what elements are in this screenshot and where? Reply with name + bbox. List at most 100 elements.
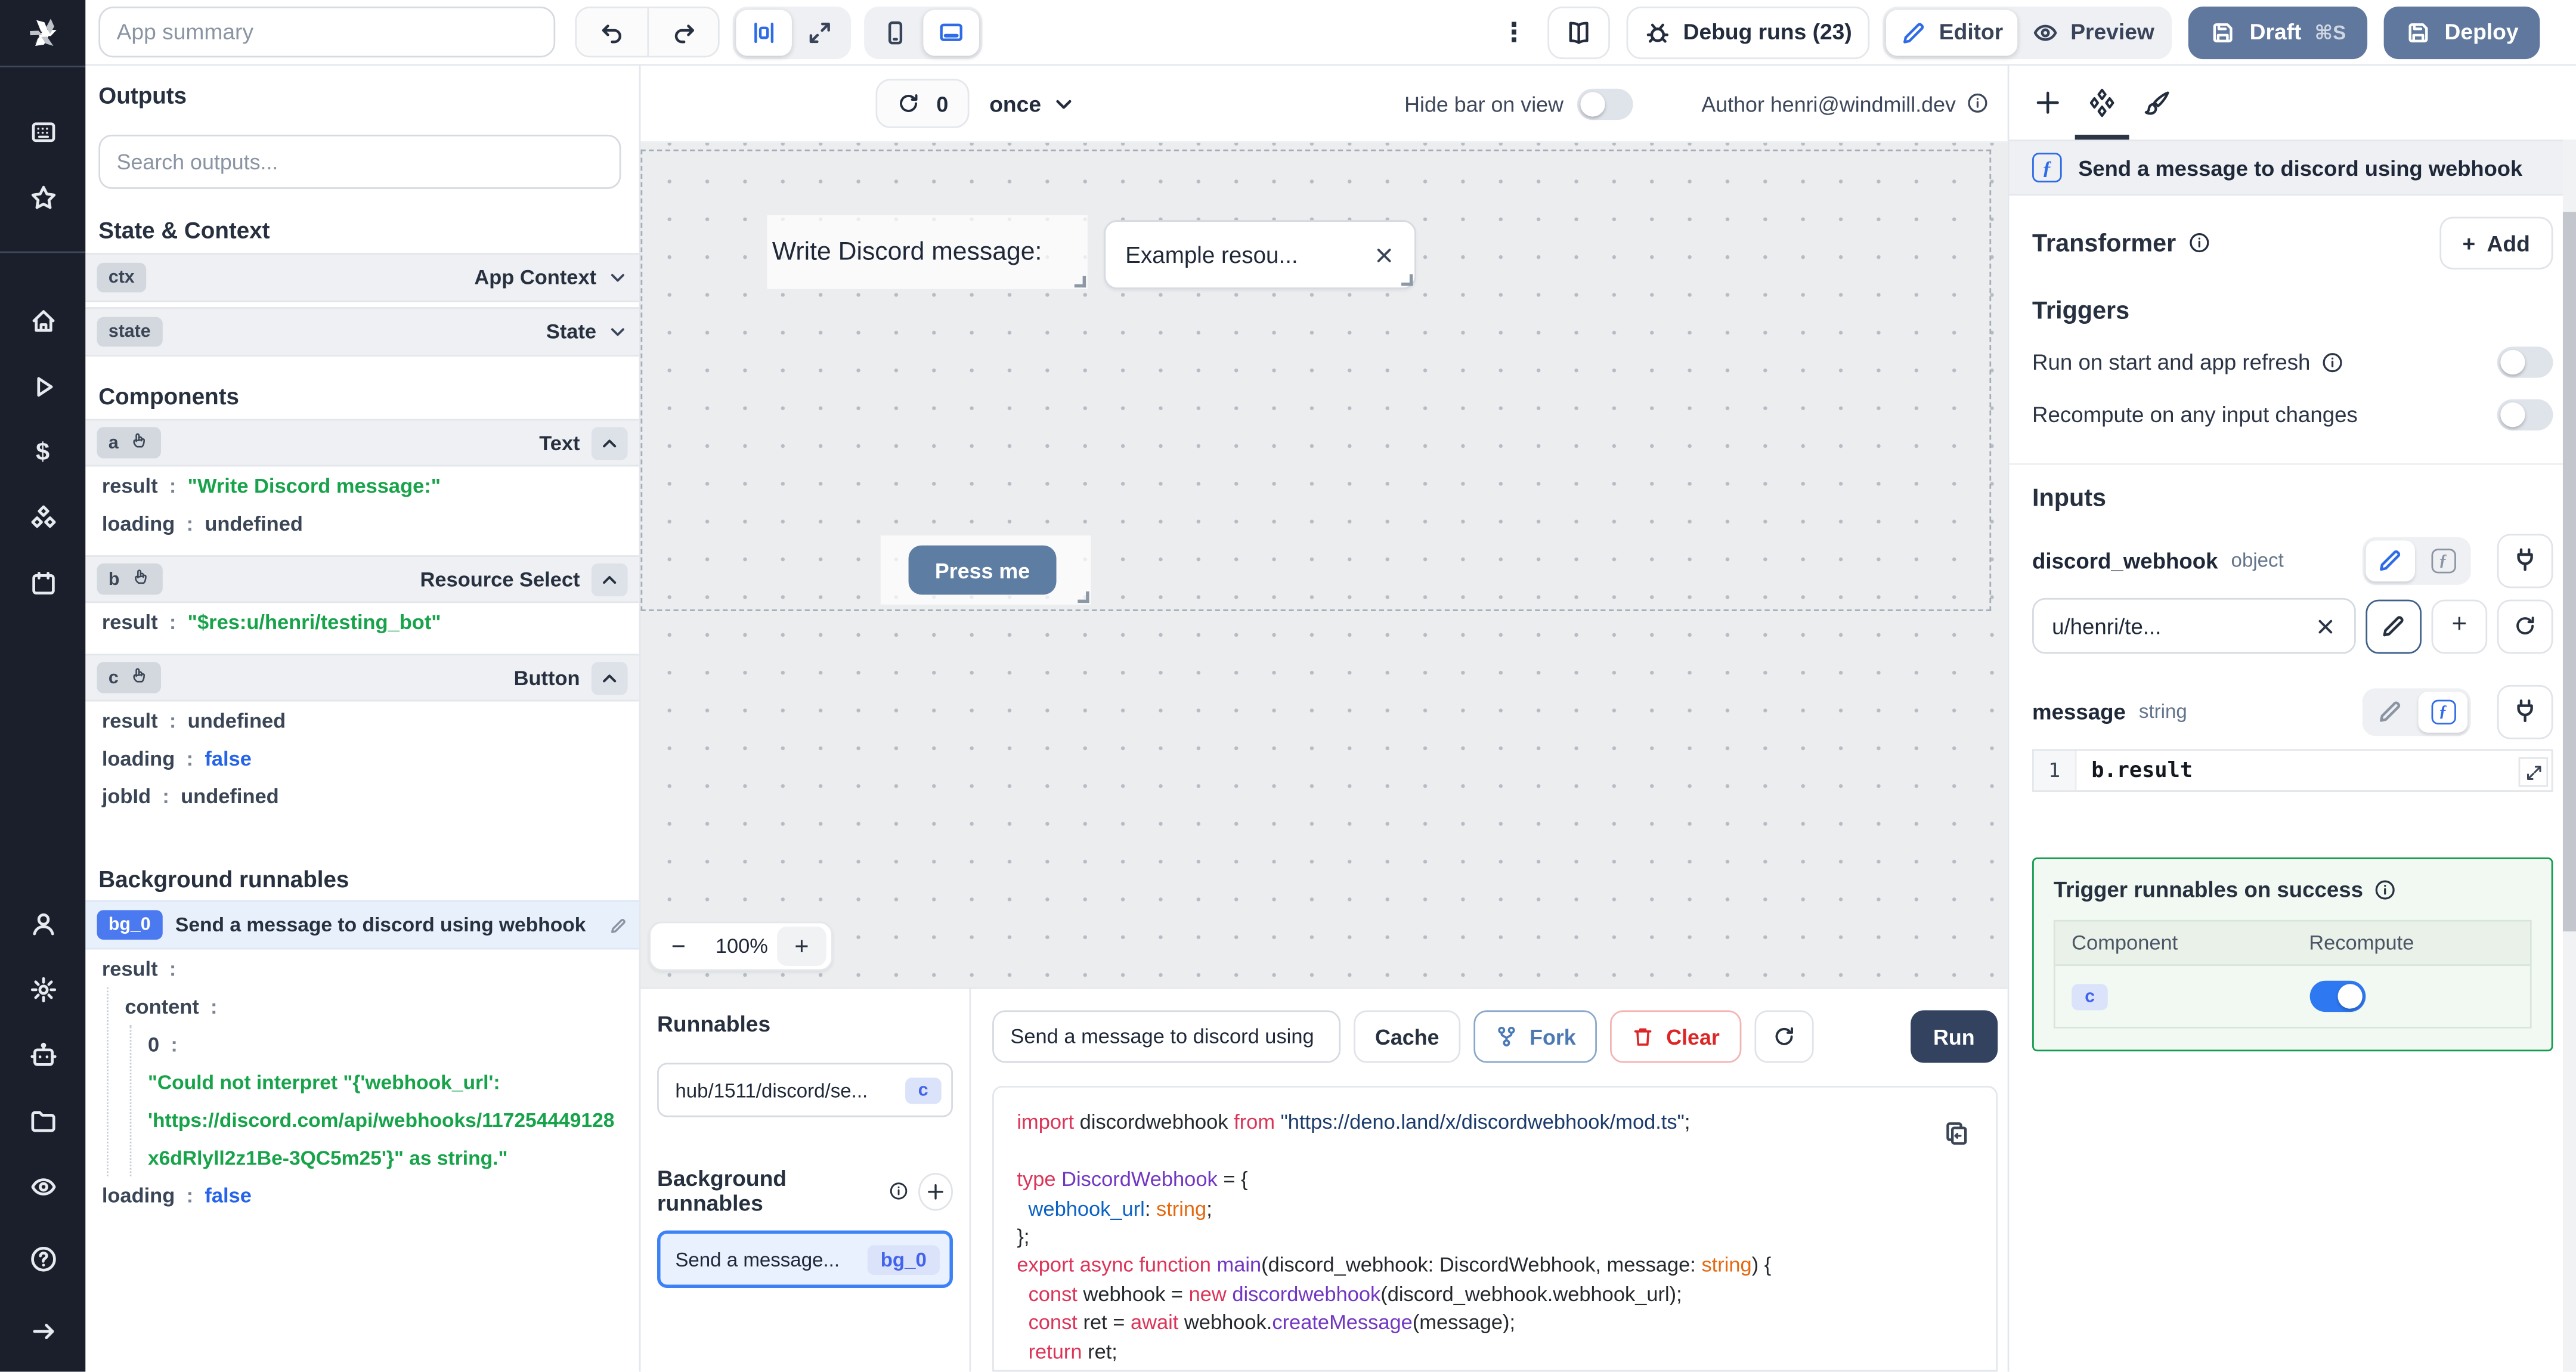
chevron-down-icon[interactable] <box>608 268 627 287</box>
background-runnable-row[interactable]: bg_0 Send a message to discord using web… <box>85 900 639 950</box>
clear-resource-icon[interactable] <box>2315 615 2336 637</box>
desktop-view-button[interactable] <box>923 9 980 55</box>
windmill-logo[interactable] <box>0 0 85 66</box>
copy-code-icon[interactable] <box>1943 1121 1970 1147</box>
output-property[interactable]: result: "Write Discord message:" <box>85 466 639 504</box>
background-runnable-item-selected[interactable]: Send a message... bg_0 <box>657 1231 953 1289</box>
docs-button[interactable] <box>1546 5 1609 58</box>
tab-editor[interactable]: Editor <box>1886 9 2018 55</box>
rail-variables-icon[interactable]: $ <box>0 427 85 476</box>
scrollbar[interactable] <box>2562 140 2576 1372</box>
edit-resource-button[interactable] <box>2366 599 2422 654</box>
state-context-row[interactable]: state State <box>85 307 639 357</box>
redo-button[interactable] <box>647 8 718 56</box>
expand-editor-button[interactable] <box>2518 757 2549 787</box>
output-property[interactable]: loading: undefined <box>85 504 639 542</box>
rail-collapse-icon[interactable] <box>0 1306 85 1356</box>
output-property[interactable]: jobId: undefined <box>85 777 639 814</box>
clear-button[interactable]: Clear <box>1610 1011 1741 1064</box>
static-mode-button[interactable] <box>2366 540 2415 581</box>
rail-home-icon[interactable] <box>0 296 85 345</box>
component-chip[interactable]: b <box>97 563 163 595</box>
output-property[interactable]: content: <box>109 987 639 1025</box>
resource-picker[interactable]: u/henri/te... <box>2032 597 2356 654</box>
resize-handle[interactable] <box>1074 275 1086 288</box>
text-component[interactable]: Write Discord message: <box>767 215 1088 289</box>
rail-folders-icon[interactable] <box>0 1096 85 1145</box>
fullwidth-layout-button[interactable] <box>792 9 848 55</box>
recompute-toggle[interactable] <box>2309 980 2365 1012</box>
rail-user-icon[interactable] <box>0 899 85 949</box>
refresh-resource-button[interactable] <box>2497 599 2553 654</box>
component-row[interactable]: c Button <box>85 654 639 702</box>
static-mode-button[interactable] <box>2366 691 2415 732</box>
press-me-button[interactable]: Press me <box>908 545 1057 595</box>
component-chip[interactable]: c <box>97 662 162 693</box>
chevron-down-icon[interactable] <box>608 322 627 342</box>
draft-button[interactable]: Draft ⌘S <box>2188 5 2368 58</box>
connect-input-button[interactable] <box>2497 684 2553 739</box>
edit-icon[interactable] <box>609 916 627 934</box>
component-row[interactable]: a Text <box>85 419 639 467</box>
output-property[interactable]: result: <box>85 949 639 987</box>
fork-button[interactable]: Fork <box>1473 1011 1597 1064</box>
resize-handle[interactable] <box>1078 591 1089 603</box>
scrollbar-thumb[interactable] <box>2562 212 2576 932</box>
clear-selection-icon[interactable] <box>1373 244 1395 265</box>
debug-runs-button[interactable]: Debug runs (23) <box>1626 5 1871 58</box>
info-icon[interactable] <box>1965 92 1987 114</box>
deploy-button[interactable]: Deploy <box>2383 5 2540 58</box>
rail-runs-icon[interactable] <box>0 361 85 411</box>
tab-preview[interactable]: Preview <box>2018 9 2169 55</box>
undo-button[interactable] <box>577 8 647 56</box>
state-context-row[interactable]: ctx App Context <box>85 253 639 302</box>
more-menu-button[interactable]: ⋮ <box>1497 16 1530 48</box>
output-property[interactable]: 0: <box>131 1025 639 1063</box>
code-editor[interactable]: import discordwebhook from "https://deno… <box>992 1086 1998 1372</box>
recompute-on-change-toggle[interactable] <box>2497 399 2553 431</box>
rail-resources-icon[interactable] <box>0 493 85 543</box>
button-component[interactable]: Press me <box>880 535 1091 605</box>
output-property[interactable]: loading: false <box>85 739 639 777</box>
output-property[interactable]: result: undefined <box>85 701 639 739</box>
mobile-view-button[interactable] <box>868 9 924 55</box>
info-icon[interactable] <box>888 1182 908 1201</box>
output-property[interactable]: loading: false <box>85 1176 639 1214</box>
rail-favorites-icon[interactable] <box>0 172 85 222</box>
component-chip[interactable]: a <box>97 427 162 459</box>
info-icon[interactable] <box>2374 878 2397 900</box>
info-icon[interactable] <box>2322 351 2344 373</box>
add-background-runnable-button[interactable] <box>918 1172 953 1210</box>
rail-schedules-icon[interactable] <box>0 559 85 608</box>
centered-layout-button[interactable] <box>736 9 792 55</box>
hide-bar-toggle[interactable] <box>1576 88 1633 119</box>
rail-help-icon[interactable] <box>0 1234 85 1284</box>
refresh-count-button[interactable]: 0 <box>875 79 970 128</box>
new-resource-button[interactable]: + <box>2431 599 2488 654</box>
rail-settings-icon[interactable] <box>0 965 85 1014</box>
collapse-button[interactable] <box>591 562 628 596</box>
tab-styling[interactable] <box>2129 66 2184 140</box>
rail-audit-icon[interactable] <box>0 1162 85 1212</box>
search-outputs-input[interactable] <box>98 134 621 189</box>
zoom-in-button[interactable]: + <box>777 927 826 967</box>
expression-editor[interactable]: 1 b.result <box>2032 749 2553 792</box>
tab-component-settings[interactable] <box>2075 66 2129 140</box>
reload-button[interactable] <box>1754 1011 1813 1064</box>
add-transformer-button[interactable]: + Add <box>2439 216 2553 270</box>
tab-insert-component[interactable] <box>2021 66 2075 140</box>
app-canvas[interactable]: Write Discord message: Example resou... … <box>640 143 2008 988</box>
eval-mode-button[interactable]: ƒ <box>2419 540 2468 581</box>
cache-button[interactable]: Cache <box>1354 1011 1461 1064</box>
info-icon[interactable] <box>2188 232 2210 254</box>
output-property[interactable]: result: "$res:u/henri/testing_bot" <box>85 603 639 640</box>
collapse-button[interactable] <box>591 426 628 460</box>
app-summary-input[interactable] <box>98 7 556 58</box>
rail-workers-icon[interactable] <box>0 1030 85 1080</box>
rail-apps-icon[interactable] <box>0 107 85 156</box>
runnable-name-input[interactable] <box>992 1011 1341 1064</box>
zoom-out-button[interactable]: − <box>651 924 707 970</box>
resize-handle[interactable] <box>1401 274 1413 286</box>
component-row[interactable]: b Resource Select <box>85 555 639 603</box>
eval-mode-button[interactable]: ƒ <box>2418 690 2468 732</box>
